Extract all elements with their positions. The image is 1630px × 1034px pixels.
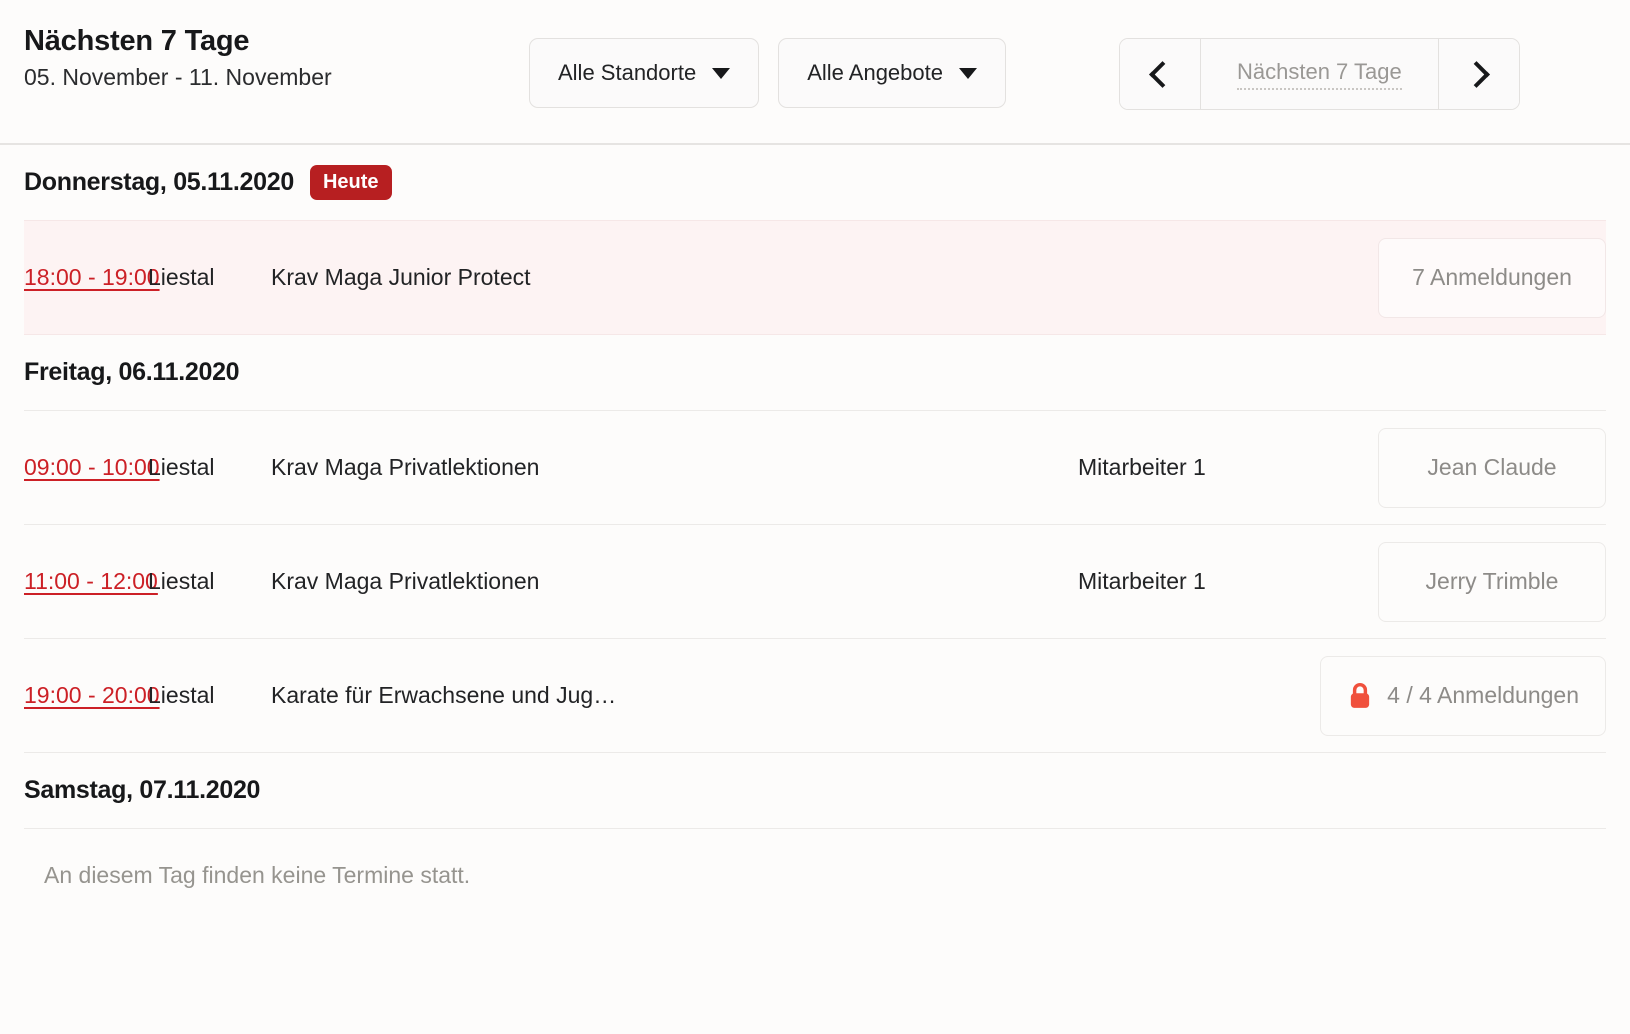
day-title: Donnerstag, 05.11.2020 (24, 168, 294, 196)
table-row[interactable]: 11:00 - 12:00 Liestal Krav Maga Privatlekt… (24, 525, 1606, 639)
registrations-button[interactable]: 7 Anmeldungen (1378, 237, 1606, 318)
day-title: Samstag, 07.11.2020 (24, 776, 261, 804)
date-range-pager: Nächsten 7 Tage (1119, 38, 1520, 110)
action-button-label: 7 Anmeldungen (1412, 264, 1572, 290)
appointment-action-cell: 7 Anmeldungen (1378, 237, 1606, 318)
action-button-label: 4 / 4 Anmeldungen (1387, 682, 1579, 708)
next-period-button[interactable] (1437, 39, 1519, 109)
offer-filter-label: Alle Angebote (807, 60, 943, 85)
appointment-time-link[interactable]: 19:00 - 20:00 (24, 682, 160, 709)
action-button-label: Jean Claude (1427, 454, 1557, 480)
appointment-name: Krav Maga Privatlektionen (271, 454, 540, 480)
appointment-staff: Mitarbeiter 1 (1078, 568, 1206, 594)
chevron-down-icon (958, 67, 977, 79)
lock-icon (1347, 682, 1373, 710)
chevron-left-icon (1149, 60, 1176, 88)
appointment-name: Karate für Erwachsene und Jug… (271, 682, 617, 708)
empty-day-message: An diesem Tag finden keine Termine statt… (24, 828, 1606, 889)
page-title: Nächsten 7 Tage (24, 25, 250, 57)
chevron-down-icon (712, 67, 731, 79)
day-header: Samstag, 07.11.2020 (0, 753, 1630, 828)
registrations-locked-button[interactable]: 4 / 4 Anmeldungen (1320, 655, 1606, 736)
appointment-staff: Mitarbeiter 1 (1078, 454, 1206, 480)
appointment-rows: 18:00 - 19:00 Liestal Krav Maga Junior Pro… (24, 220, 1606, 335)
period-selector-label: Nächsten 7 Tage (1237, 59, 1402, 90)
page-date-range: 05. November - 11. November (24, 63, 332, 90)
appointment-action-cell: 4 / 4 Anmeldungen (1320, 655, 1606, 736)
header-title-block: Nächsten 7 Tage 05. November - 11. Novem… (24, 25, 332, 90)
location-filter-button[interactable]: Alle Standorte (529, 38, 760, 108)
day-header: Freitag, 06.11.2020 (0, 335, 1630, 410)
registrations-button[interactable]: Jean Claude (1378, 427, 1606, 508)
today-badge: Heute (309, 165, 392, 200)
appointment-location: Liestal (148, 682, 215, 708)
filter-bar: Alle Standorte Alle Angebote (529, 38, 1006, 108)
previous-period-button[interactable] (1120, 39, 1201, 109)
appointment-time-link[interactable]: 18:00 - 19:00 (24, 264, 160, 291)
appointment-name: Krav Maga Junior Protect (271, 264, 531, 290)
appointment-location: Liestal (148, 454, 215, 480)
schedule-list: Donnerstag, 05.11.2020 Heute 18:00 - 19:00… (0, 145, 1630, 889)
registrations-button[interactable]: Jerry Trimble (1378, 541, 1606, 622)
appointment-time-link[interactable]: 11:00 - 12:00 (24, 568, 158, 595)
page-header: Nächsten 7 Tage 05. November - 11. Novem… (0, 0, 1630, 145)
appointment-name: Krav Maga Privatlektionen (271, 568, 540, 594)
appointment-location: Liestal (148, 264, 215, 290)
table-row[interactable]: 19:00 - 20:00 Liestal Karate für Erwachsen… (24, 639, 1606, 753)
appointment-action-cell: Jean Claude (1378, 427, 1606, 508)
period-selector[interactable]: Nächsten 7 Tage (1201, 39, 1438, 109)
appointment-rows: 09:00 - 10:00 Liestal Krav Maga Privatlekt… (24, 410, 1606, 753)
table-row[interactable]: 18:00 - 19:00 Liestal Krav Maga Junior Pro… (24, 221, 1606, 335)
appointment-action-cell: Jerry Trimble (1378, 541, 1606, 622)
table-row[interactable]: 09:00 - 10:00 Liestal Krav Maga Privatlekt… (24, 411, 1606, 525)
day-header: Donnerstag, 05.11.2020 Heute (0, 145, 1630, 220)
appointment-time-link[interactable]: 09:00 - 10:00 (24, 454, 160, 481)
offer-filter-button[interactable]: Alle Angebote (778, 38, 1006, 108)
chevron-right-icon (1462, 60, 1490, 88)
day-title: Freitag, 06.11.2020 (24, 358, 240, 386)
action-button-label: Jerry Trimble (1425, 568, 1559, 594)
appointment-location: Liestal (148, 568, 215, 594)
location-filter-label: Alle Standorte (558, 60, 697, 85)
